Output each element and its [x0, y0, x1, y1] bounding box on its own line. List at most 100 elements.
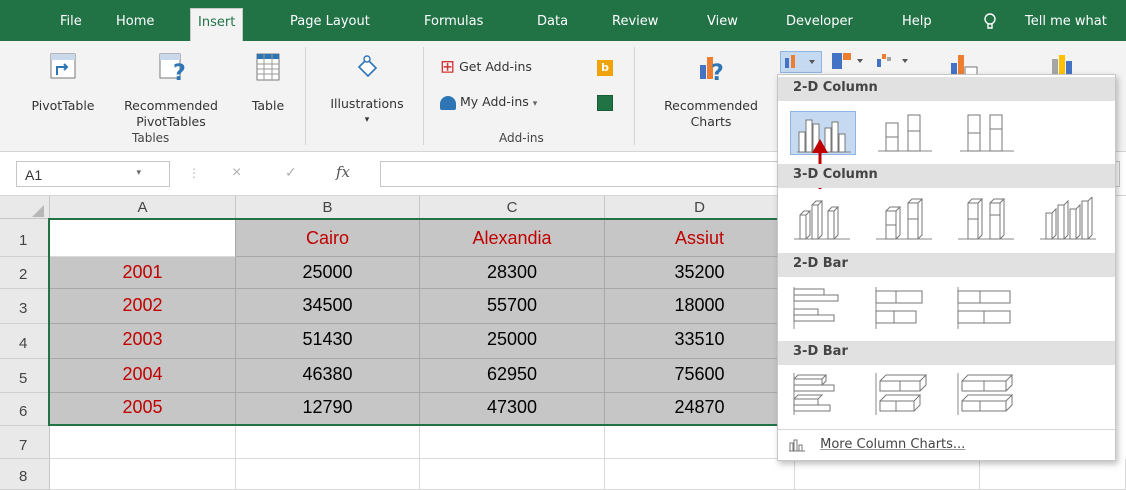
tell-me-search[interactable]: Tell me what: [1025, 14, 1107, 29]
cell-c7[interactable]: [420, 426, 605, 459]
cell-b8[interactable]: [236, 459, 420, 490]
clustered-bar-option[interactable]: [790, 285, 856, 331]
column-header-d[interactable]: D: [605, 196, 795, 219]
select-all-corner[interactable]: [0, 196, 50, 219]
cell-a7[interactable]: [50, 426, 236, 459]
3d-stacked-bar-icon: [875, 373, 928, 415]
3d-clustered-column-icon: [794, 199, 850, 240]
my-addins-button[interactable]: My Add-ins ▾: [440, 94, 537, 112]
cell-b6[interactable]: 12790: [236, 393, 420, 426]
row-header-4[interactable]: 4: [0, 324, 50, 359]
3d-stacked-bar-option[interactable]: [872, 371, 938, 417]
cell-b4[interactable]: 51430: [236, 324, 420, 359]
cell-a6[interactable]: 2005: [50, 393, 236, 426]
row-header-2[interactable]: 2: [0, 257, 50, 289]
waterfall-chart-button[interactable]: [874, 51, 916, 73]
column-chart-icon: [785, 55, 815, 68]
bing-icon[interactable]: b: [597, 60, 613, 76]
cell-b5[interactable]: 46380: [236, 359, 420, 393]
cell-d6[interactable]: 24870: [605, 393, 795, 426]
cell-a3[interactable]: 2002: [50, 289, 236, 324]
get-addins-button[interactable]: ⊞ Get Add-ins: [440, 56, 532, 78]
cancel-icon[interactable]: ×: [232, 164, 241, 182]
dropdown-divider: [778, 429, 1115, 430]
3d-clustered-column-option[interactable]: [790, 197, 856, 243]
store-icon: ⊞: [440, 56, 456, 78]
row-header-6[interactable]: 6: [0, 393, 50, 426]
cell-c2[interactable]: 28300: [420, 257, 605, 289]
cell-a2[interactable]: 2001: [50, 257, 236, 289]
tab-view[interactable]: View: [707, 14, 738, 29]
tab-home[interactable]: Home: [116, 14, 154, 29]
row-header-3[interactable]: 3: [0, 289, 50, 324]
tab-file[interactable]: File: [60, 14, 82, 29]
row-header-5[interactable]: 5: [0, 359, 50, 393]
100-stacked-bar-icon: [957, 287, 1011, 329]
100-stacked-column-option[interactable]: [954, 111, 1020, 155]
cell-a8[interactable]: [50, 459, 236, 490]
pivottable-button[interactable]: PivotTable: [22, 51, 104, 114]
tab-help[interactable]: Help: [902, 14, 932, 29]
table-button[interactable]: Table: [244, 51, 292, 114]
3d-column-option[interactable]: [1036, 195, 1102, 243]
column-header-c[interactable]: C: [420, 196, 605, 219]
column-chart-button[interactable]: [780, 51, 822, 73]
tab-developer[interactable]: Developer: [786, 14, 853, 29]
insert-function-icon[interactable]: fx: [336, 163, 350, 181]
cell-d2[interactable]: 35200: [605, 257, 795, 289]
cell-d5[interactable]: 75600: [605, 359, 795, 393]
row-header-8[interactable]: 8: [0, 459, 50, 490]
cell-a1[interactable]: [50, 219, 236, 257]
ribbon-tab-bar: File Home Insert Page Layout Formulas Da…: [0, 0, 1126, 41]
hierarchy-chart-button[interactable]: [830, 51, 868, 73]
recommended-charts-button[interactable]: ? Recommended Charts: [646, 51, 776, 130]
100-stacked-bar-option[interactable]: [954, 285, 1020, 331]
illustrations-button[interactable]: Illustrations ▾: [318, 51, 416, 128]
people-graph-icon[interactable]: [597, 95, 613, 111]
cell-a4[interactable]: 2003: [50, 324, 236, 359]
tab-insert[interactable]: Insert: [190, 8, 244, 41]
cell-c1[interactable]: Alexandia: [420, 219, 605, 257]
cell-d1[interactable]: Assiut: [605, 219, 795, 257]
name-box[interactable]: A1 ▾: [16, 161, 170, 187]
row-header-1[interactable]: 1: [0, 219, 50, 257]
cell-c3[interactable]: 55700: [420, 289, 605, 324]
recommended-pivottables-button[interactable]: ? Recommended PivotTables: [108, 51, 234, 130]
stacked-bar-option[interactable]: [872, 285, 938, 331]
row-header-7[interactable]: 7: [0, 426, 50, 459]
tab-data[interactable]: Data: [537, 14, 568, 29]
cell-f8[interactable]: [980, 459, 1126, 490]
cell-d4[interactable]: 33510: [605, 324, 795, 359]
column-header-b[interactable]: B: [236, 196, 420, 219]
3d-100-stacked-column-icon: [958, 197, 1014, 240]
cell-c8[interactable]: [420, 459, 605, 490]
cell-c6[interactable]: 47300: [420, 393, 605, 426]
tab-formulas[interactable]: Formulas: [424, 14, 483, 29]
more-column-charts-link[interactable]: More Column Charts...: [788, 437, 965, 452]
cell-c5[interactable]: 62950: [420, 359, 605, 393]
3d-100-stacked-bar-option[interactable]: [954, 371, 1020, 417]
cell-b2[interactable]: 25000: [236, 257, 420, 289]
tab-review[interactable]: Review: [612, 14, 658, 29]
cell-d3[interactable]: 18000: [605, 289, 795, 324]
cell-a5[interactable]: 2004: [50, 359, 236, 393]
cell-c4[interactable]: 25000: [420, 324, 605, 359]
3d-100-stacked-column-option[interactable]: [954, 197, 1020, 243]
column-header-a[interactable]: A: [50, 196, 236, 219]
section-3d-column: 3-D Column: [778, 164, 1115, 188]
3d-clustered-bar-option[interactable]: [790, 371, 856, 417]
3d-stacked-column-icon: [876, 197, 932, 240]
cell-e8[interactable]: [795, 459, 980, 490]
cell-b3[interactable]: 34500: [236, 289, 420, 324]
cell-b1[interactable]: Cairo: [236, 219, 420, 257]
stacked-column-option[interactable]: [872, 111, 938, 155]
3d-stacked-column-option[interactable]: [872, 197, 938, 243]
enter-icon[interactable]: ✓: [285, 164, 297, 181]
table-label: Table: [251, 98, 285, 113]
cell-b7[interactable]: [236, 426, 420, 459]
hierarchy-chart-icon: [832, 53, 863, 69]
cell-d8[interactable]: [605, 459, 795, 490]
tab-page-layout[interactable]: Page Layout: [290, 14, 370, 29]
cell-d7[interactable]: [605, 426, 795, 459]
pivottable-icon: [50, 53, 76, 79]
